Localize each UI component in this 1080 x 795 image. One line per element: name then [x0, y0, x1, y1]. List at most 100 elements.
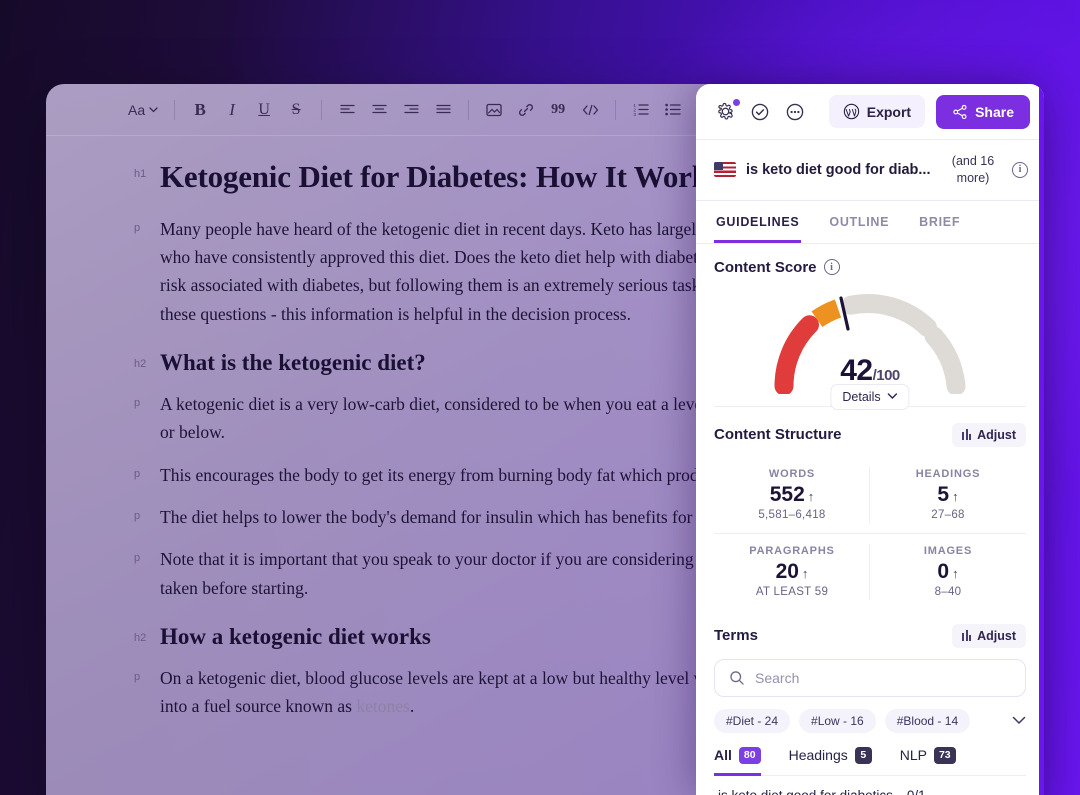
metric-label: PARAGRAPHS [749, 544, 835, 557]
content-structure-header: Content Structure Adjust [714, 422, 1026, 447]
tab-outline[interactable]: OUTLINE [827, 201, 891, 243]
terms-search-box[interactable] [714, 658, 1026, 697]
terms-section: Terms Adjust #Diet - 24 #Low - 16 #Blood… [696, 610, 1044, 795]
toolbar-group-insert: 99 [469, 95, 615, 125]
block-tag: h1 [134, 168, 147, 180]
us-flag-icon [714, 162, 736, 178]
italic-icon[interactable]: I [217, 95, 247, 125]
info-icon[interactable]: i [823, 259, 840, 276]
toolbar-group-format: B I U S [175, 95, 321, 125]
metric-arrow: ↑ [952, 488, 959, 504]
adjust-label: Adjust [977, 628, 1016, 643]
metric-arrow: ↑ [952, 565, 959, 581]
metric-range: 5,581–6,418 [758, 508, 826, 521]
content-score-max: /100 [872, 366, 901, 384]
panel-header: Export Share [696, 84, 1044, 140]
block-tag: p [134, 510, 141, 523]
terms-tab-label: Headings [788, 747, 848, 764]
metric-value-wrap: 20 ↑ [714, 560, 870, 584]
metric-range: AT LEAST 59 [755, 585, 829, 598]
terms-tab-count: 5 [854, 746, 872, 764]
terms-tabs: All 80 Headings 5 NLP 73 [714, 746, 1026, 776]
metric-range: 27–68 [931, 508, 965, 521]
align-right-icon[interactable] [396, 95, 426, 125]
content-score-value: 42 [840, 353, 873, 387]
terms-tab-nlp[interactable]: NLP 73 [899, 746, 956, 776]
align-left-icon[interactable] [332, 95, 362, 125]
guidelines-panel: Export Share is keto diet good for diab.… [696, 84, 1044, 795]
quote-icon[interactable]: 99 [543, 95, 573, 125]
metric-headings: HEADINGS 5 ↑ 27–68 [870, 457, 1026, 534]
info-icon[interactable]: i [1012, 161, 1028, 178]
link-icon[interactable] [511, 95, 541, 125]
svg-text:3: 3 [634, 112, 637, 116]
underline-icon[interactable]: U [249, 95, 279, 125]
terms-tab-label: All [714, 747, 732, 764]
gauge-segment-orange [811, 299, 842, 327]
share-button[interactable]: Share [936, 94, 1030, 129]
term-chip-low[interactable]: #Low - 16 [799, 708, 876, 733]
block-tag: h2 [134, 632, 147, 645]
metric-range: 8–40 [934, 585, 962, 598]
metric-value-wrap: 5 ↑ [870, 483, 1026, 507]
metric-value: 0 [937, 559, 950, 583]
tab-guidelines[interactable]: GUIDELINES [714, 201, 802, 243]
ordered-list-icon[interactable]: 123 [626, 95, 656, 125]
block-tag: p [134, 221, 141, 234]
panel-tabs: GUIDELINES OUTLINE BRIEF [696, 201, 1044, 244]
bullet-list-icon[interactable] [658, 95, 688, 125]
metric-paragraphs: PARAGRAPHS 20 ↑ AT LEAST 59 [714, 534, 870, 610]
terms-adjust-button[interactable]: Adjust [952, 623, 1026, 648]
share-nodes-icon [952, 104, 968, 120]
chevron-down-icon[interactable] [1012, 716, 1026, 725]
structure-adjust-button[interactable]: Adjust [952, 422, 1026, 447]
details-button[interactable]: Details [830, 383, 910, 410]
metric-value: 552 [769, 482, 805, 506]
term-list-item[interactable]: is keto diet good for diabetics 0/1 [714, 776, 1026, 795]
align-center-icon[interactable] [364, 95, 394, 125]
tab-brief[interactable]: BRIEF [917, 201, 962, 243]
block-tag: p [134, 397, 141, 410]
term-chip-blood[interactable]: #Blood - 14 [884, 708, 971, 733]
gauge-segment-gray-1 [841, 293, 937, 337]
terms-tab-label: NLP [899, 747, 927, 764]
code-icon[interactable] [575, 95, 605, 125]
search-input[interactable] [755, 669, 1011, 686]
toolbar-group-font: Aa [112, 95, 174, 125]
structure-metrics-grid: WORDS 552 ↑ 5,581–6,418 HEADINGS 5 ↑ 27–68… [714, 457, 1026, 610]
block-tag: p [134, 670, 141, 683]
metric-value-wrap: 0 ↑ [870, 560, 1026, 584]
metric-label: WORDS [768, 467, 816, 480]
metric-value: 20 [775, 559, 799, 583]
inline-link-ketones[interactable]: ketones [356, 696, 409, 716]
strikethrough-icon[interactable]: S [281, 95, 311, 125]
term-count: 0/1 [907, 788, 926, 795]
content-score-gauge: 42/100 Details [714, 282, 1026, 410]
check-circle-icon[interactable] [749, 100, 773, 124]
terms-tab-headings[interactable]: Headings 5 [788, 746, 872, 776]
term-chip-diet[interactable]: #Diet - 24 [714, 708, 791, 733]
font-size-icon[interactable]: Aa [122, 95, 164, 125]
terms-tab-count: 73 [933, 746, 956, 764]
term-label: is keto diet good for diabetics [718, 788, 893, 795]
image-icon[interactable] [479, 95, 509, 125]
metric-value: 5 [937, 482, 950, 506]
align-justify-icon[interactable] [428, 95, 458, 125]
more-options-icon[interactable] [783, 100, 807, 124]
keyword-bar: is keto diet good for diab... (and 16 mo… [696, 140, 1044, 201]
terms-tab-all[interactable]: All 80 [714, 746, 761, 776]
keyword-title[interactable]: is keto diet good for diab... [746, 162, 934, 178]
text-after: . [409, 696, 415, 717]
sliders-icon [962, 630, 972, 642]
block-tag: p [134, 552, 141, 565]
metric-value-wrap: 552 ↑ [714, 483, 870, 507]
content-score-value-wrap: 42/100 [714, 354, 1026, 388]
block-tag: p [134, 467, 141, 480]
export-button[interactable]: Export [828, 95, 926, 128]
toolbar-group-align [322, 95, 468, 125]
metric-arrow: ↑ [801, 565, 809, 581]
gear-icon[interactable] [714, 97, 741, 124]
bold-icon[interactable]: B [185, 95, 215, 125]
metric-words: WORDS 552 ↑ 5,581–6,418 [714, 457, 870, 534]
keyword-more-count[interactable]: (and 16 more) [944, 153, 1002, 187]
